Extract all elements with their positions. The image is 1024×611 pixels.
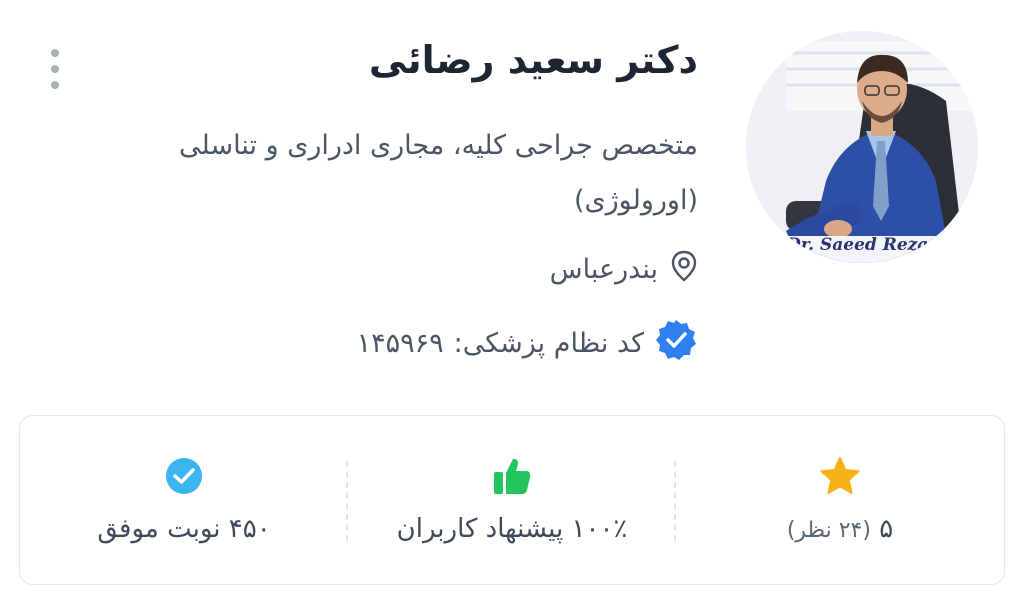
medical-code-label: کد نظام پزشکی: xyxy=(453,328,644,359)
star-icon xyxy=(820,457,860,494)
rating-reviews: (۲۴ نظر) xyxy=(786,518,871,543)
doctor-specialty: متخصص جراحی کلیه، مجاری ادراری و تناسلی … xyxy=(179,130,698,216)
doctor-avatar: Dr. Saeed Rezaei xyxy=(746,31,978,263)
medical-code: کد نظام پزشکی: ۱۴۵۹۶۹ xyxy=(357,318,698,369)
stat-rating: ۵ (۲۴ نظر) xyxy=(676,416,1004,584)
appointments-text: ۴۵۰ نوبت موفق xyxy=(97,514,271,544)
more-options-button[interactable] xyxy=(40,44,70,94)
verified-badge-icon xyxy=(654,318,698,369)
medical-code-value: ۱۴۵۹۶۹ xyxy=(356,328,444,359)
stats-card: ۵ (۲۴ نظر) ۱۰۰٪ پیشنهاد کاربران ۴۵۰ نوبت… xyxy=(19,415,1005,585)
photo-caption: Dr. Saeed Rezaei xyxy=(786,235,946,255)
check-circle-icon xyxy=(166,458,202,494)
city-name: بندرعباس xyxy=(549,254,658,285)
doctor-name: دکتر سعید رضائی xyxy=(368,38,698,82)
location-pin-icon xyxy=(670,250,698,289)
stat-recommendation: ۱۰۰٪ پیشنهاد کاربران xyxy=(348,416,676,584)
doctor-profile-page: Dr. Saeed Rezaei دکتر سعید رضائی متخصص ج… xyxy=(0,0,1024,611)
more-dot xyxy=(51,49,59,57)
thumbs-up-icon xyxy=(494,458,531,494)
more-dot xyxy=(51,65,59,73)
more-dot xyxy=(51,81,59,89)
doctor-location: بندرعباس xyxy=(550,250,698,289)
stat-appointments: ۴۵۰ نوبت موفق xyxy=(20,416,348,584)
recommend-text: ۱۰۰٪ پیشنهاد کاربران xyxy=(396,514,628,544)
rating-value: ۵ xyxy=(879,514,894,544)
